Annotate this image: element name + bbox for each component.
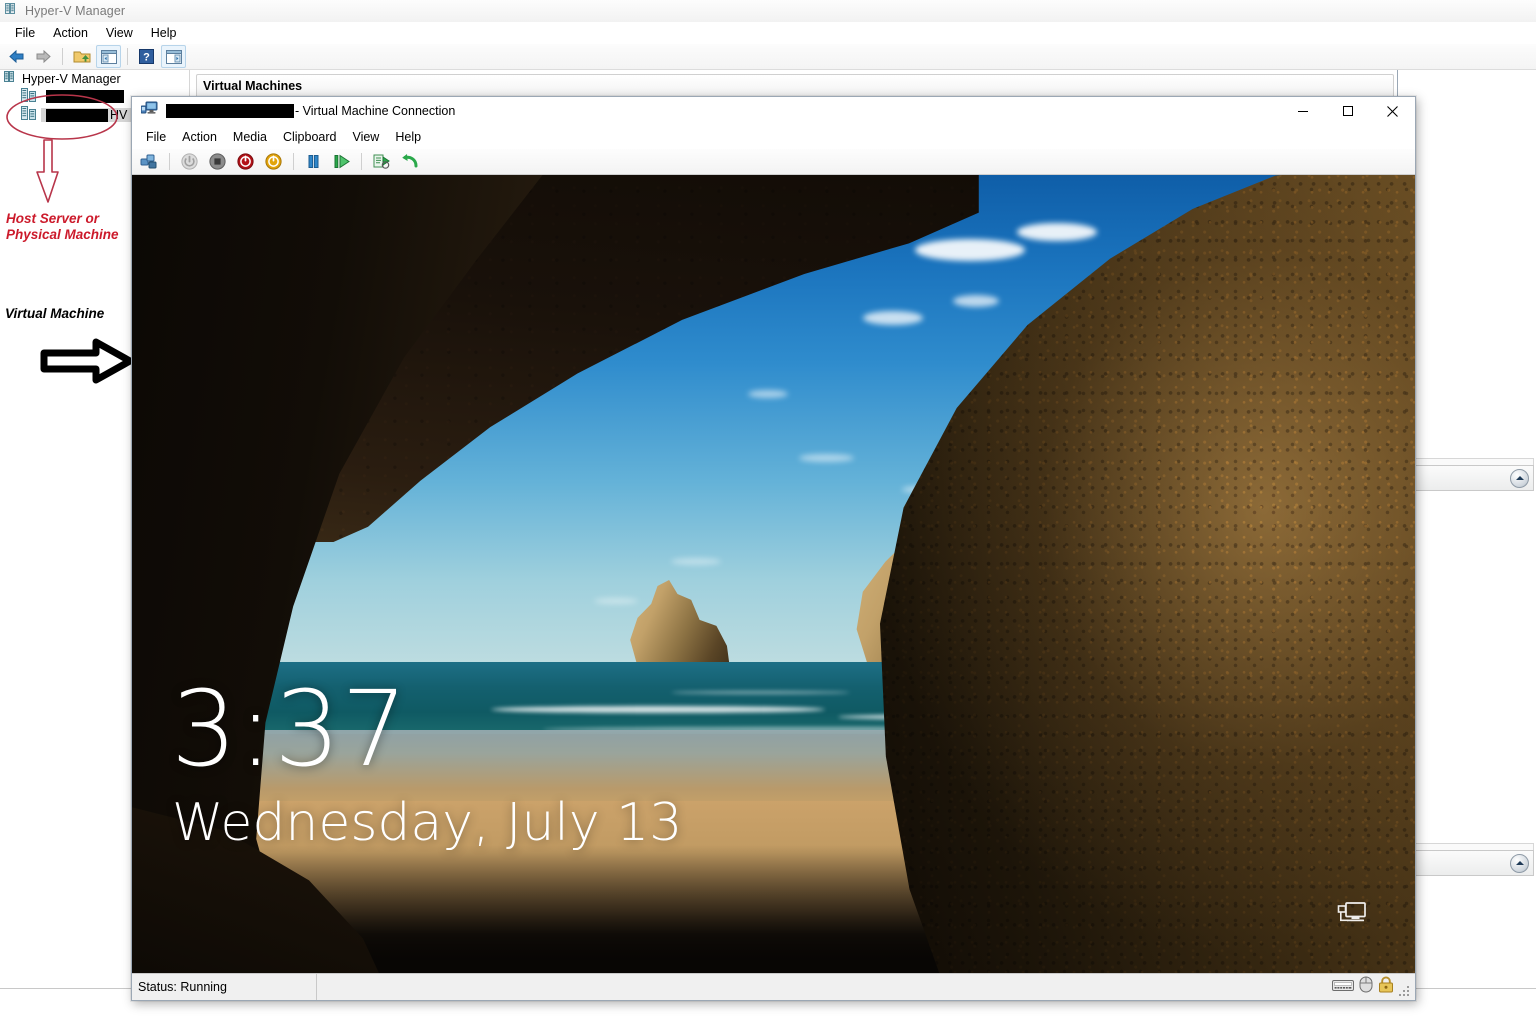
- shut-down-icon[interactable]: [233, 150, 258, 173]
- keyboard-icon[interactable]: [1332, 977, 1354, 998]
- guest-lock-screen-wallpaper: [132, 175, 1415, 973]
- vmc-menu-view[interactable]: View: [344, 128, 387, 146]
- network-connection-icon[interactable]: [1337, 900, 1367, 931]
- hyper-v-manager-toolbar: ?: [0, 44, 1536, 70]
- surf-line: [491, 706, 825, 713]
- vmc-status-icons: [1332, 976, 1411, 998]
- forward-icon[interactable]: [31, 45, 56, 68]
- checkpoint-icon[interactable]: [369, 150, 394, 173]
- back-icon[interactable]: [4, 45, 29, 68]
- maximize-button[interactable]: [1325, 97, 1370, 125]
- minimize-button[interactable]: [1280, 97, 1325, 125]
- tree-item-server-2-label-wrap: HV: [41, 108, 131, 122]
- surf-line: [671, 691, 851, 694]
- pause-icon[interactable]: [301, 150, 326, 173]
- revert-icon[interactable]: [397, 150, 422, 173]
- start-icon[interactable]: [177, 150, 202, 173]
- host-server-callout-line-2: Physical Machine: [6, 227, 119, 243]
- toolbar-separator: [127, 48, 128, 65]
- vmc-title-suffix: - Virtual Machine Connection: [295, 104, 455, 118]
- hyperv-manager-icon: [4, 70, 17, 88]
- chevron-up-icon[interactable]: [1510, 854, 1529, 873]
- save-icon[interactable]: [261, 150, 286, 173]
- vm-status-text: Status: Running: [132, 974, 317, 1000]
- help-icon[interactable]: ?: [134, 45, 159, 68]
- menu-action[interactable]: Action: [44, 24, 97, 42]
- host-server-callout-line-1: Host Server or: [6, 211, 99, 227]
- virtual-machines-header-label: Virtual Machines: [197, 75, 1393, 93]
- hyper-v-manager-menubar: File Action View Help: [0, 22, 1536, 44]
- virtual-machine-connection-window: - Virtual Machine Connection File Action…: [131, 96, 1416, 1001]
- vmc-menu-action[interactable]: Action: [174, 128, 225, 146]
- vmc-window-buttons: [1280, 97, 1415, 125]
- resize-grip-icon[interactable]: [1399, 985, 1411, 997]
- cloud: [863, 311, 923, 325]
- toolbar-separator: [293, 153, 294, 170]
- server-icon: [21, 88, 41, 107]
- vmc-menu-clipboard[interactable]: Clipboard: [275, 128, 345, 146]
- lock-icon[interactable]: [1378, 976, 1394, 998]
- vmc-toolbar: [132, 149, 1415, 175]
- hyperv-manager-icon: [5, 2, 18, 20]
- server-icon: [21, 106, 41, 125]
- virtual-machine-icon: [141, 101, 158, 121]
- actions-group-header-2: [1400, 850, 1534, 876]
- tree-root-hyper-v-manager[interactable]: Hyper-V Manager: [0, 70, 189, 88]
- vmc-titlebar[interactable]: - Virtual Machine Connection: [132, 97, 1415, 125]
- tree-item-server-2-label: HV: [110, 108, 127, 122]
- actions-pane: [1397, 70, 1536, 989]
- cloud: [915, 239, 1025, 261]
- ctrl-alt-delete-icon[interactable]: [137, 150, 162, 173]
- cloud: [1017, 223, 1097, 241]
- vmc-menubar: File Action Media Clipboard View Help: [132, 125, 1415, 149]
- turn-off-icon[interactable]: [205, 150, 230, 173]
- show-hide-console-tree-icon[interactable]: [96, 45, 121, 68]
- vmc-menu-help[interactable]: Help: [387, 128, 429, 146]
- resume-icon[interactable]: [329, 150, 354, 173]
- menu-view[interactable]: View: [97, 24, 142, 42]
- menu-help[interactable]: Help: [142, 24, 186, 42]
- vmc-menu-media[interactable]: Media: [225, 128, 275, 146]
- chevron-up-icon[interactable]: [1510, 469, 1529, 488]
- tree-item-server-1-label: [41, 88, 124, 106]
- menu-file[interactable]: File: [6, 24, 44, 42]
- cloud: [671, 558, 721, 565]
- toolbar-separator: [361, 153, 362, 170]
- lock-screen-clock: 3:37: [171, 677, 409, 781]
- mouse-icon[interactable]: [1359, 976, 1373, 998]
- redacted-vm-name: [166, 104, 294, 118]
- redacted-server-name: [46, 109, 108, 122]
- vmc-menu-file[interactable]: File: [138, 128, 174, 146]
- hyper-v-manager-titlebar: Hyper-V Manager: [0, 0, 1536, 22]
- toolbar-separator: [169, 153, 170, 170]
- redacted-server-name: [46, 90, 124, 103]
- actions-group-header-1: [1400, 465, 1534, 491]
- tree-root-label: Hyper-V Manager: [22, 72, 121, 86]
- toolbar-separator: [62, 48, 63, 65]
- folder-up-icon[interactable]: [69, 45, 94, 68]
- cloud: [594, 598, 638, 604]
- cloud: [953, 295, 999, 307]
- close-button[interactable]: [1370, 97, 1415, 125]
- svg-text:?: ?: [143, 52, 150, 64]
- hyper-v-manager-title: Hyper-V Manager: [25, 4, 125, 18]
- vmc-statusbar: Status: Running: [132, 973, 1415, 1000]
- vm-guest-screen[interactable]: 3:37 Wednesday, July 13: [132, 175, 1415, 973]
- virtual-machine-callout-label: Virtual Machine: [5, 306, 104, 321]
- show-hide-action-pane-icon[interactable]: [161, 45, 186, 68]
- lock-screen-date: Wednesday, July 13: [172, 795, 682, 851]
